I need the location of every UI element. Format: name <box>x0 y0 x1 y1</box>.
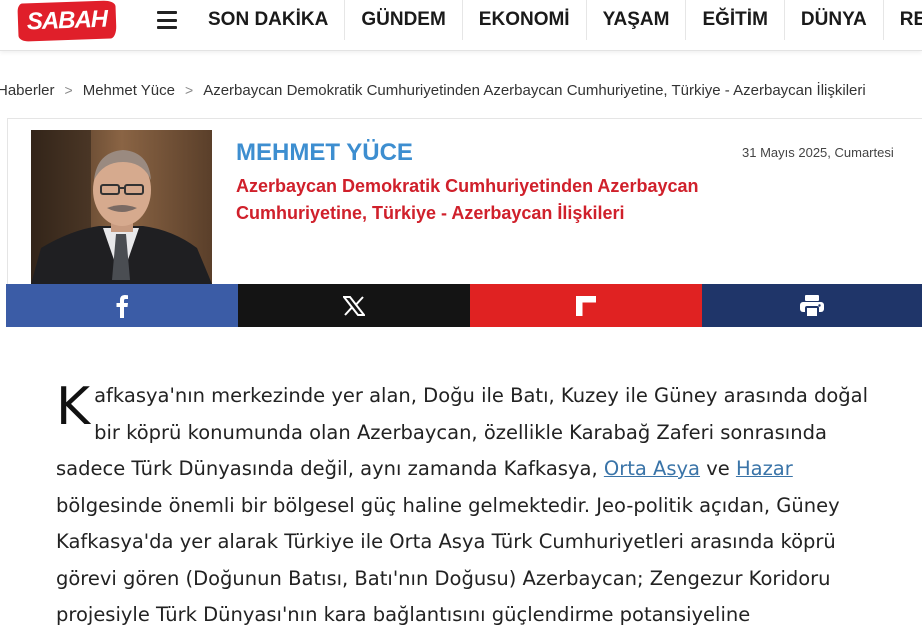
x-icon <box>343 295 365 316</box>
link-hazar[interactable]: Hazar <box>736 457 793 480</box>
main-nav: SON DAKİKA GÜNDEM EKONOMİ YAŞAM EĞİTİM D… <box>192 0 922 40</box>
link-orta-asya[interactable]: Orta Asya <box>604 457 700 480</box>
nav-gundem[interactable]: GÜNDEM <box>345 0 463 40</box>
share-flipboard-button[interactable] <box>470 284 702 327</box>
article-text: bölgesinde önemli bir bölgesel güç halin… <box>56 493 840 627</box>
nav-egitim[interactable]: EĞİTİM <box>686 0 785 40</box>
share-bar <box>6 284 922 327</box>
facebook-icon <box>116 294 128 318</box>
breadcrumb-article[interactable]: Azerbaycan Demokratik Cumhuriyetinden Az… <box>203 82 866 99</box>
nav-res[interactable]: RES <box>884 0 922 40</box>
menu-icon[interactable] <box>157 11 177 29</box>
author-photo[interactable] <box>31 130 212 284</box>
chevron-right-icon: > <box>64 82 73 98</box>
breadcrumb: Haberler > Mehmet Yüce > Azerbaycan Demo… <box>0 80 866 100</box>
print-button[interactable] <box>702 284 922 327</box>
nav-ekonomi[interactable]: EKONOMİ <box>463 0 587 40</box>
author-portrait-image <box>31 130 212 284</box>
logo-text: SABAH <box>26 5 108 36</box>
breadcrumb-haberler[interactable]: Haberler <box>0 82 55 99</box>
article-body: Kafkasya'nın merkezinde yer alan, Doğu i… <box>56 378 896 634</box>
print-icon <box>800 294 824 317</box>
article-text: ve <box>700 457 736 480</box>
share-facebook-button[interactable] <box>6 284 238 327</box>
publish-date: 31 Mayıs 2025, Cumartesi <box>742 145 894 160</box>
article-headline: Azerbaycan Demokratik Cumhuriyetinden Az… <box>236 176 699 223</box>
dropcap: K <box>56 377 91 437</box>
author-name[interactable]: MEHMET YÜCE <box>236 139 413 167</box>
nav-son-dakika[interactable]: SON DAKİKA <box>192 0 346 40</box>
nav-yasam[interactable]: YAŞAM <box>587 0 687 40</box>
nav-dunya[interactable]: DÜNYA <box>785 0 884 40</box>
share-x-button[interactable] <box>238 284 470 327</box>
chevron-right-icon: > <box>185 82 194 98</box>
breadcrumb-author[interactable]: Mehmet Yüce <box>83 82 175 99</box>
site-header: SABAH SON DAKİKA GÜNDEM EKONOMİ YAŞAM EĞ… <box>0 0 922 51</box>
sabah-logo[interactable]: SABAH <box>17 0 117 42</box>
flipboard-icon <box>576 295 596 316</box>
